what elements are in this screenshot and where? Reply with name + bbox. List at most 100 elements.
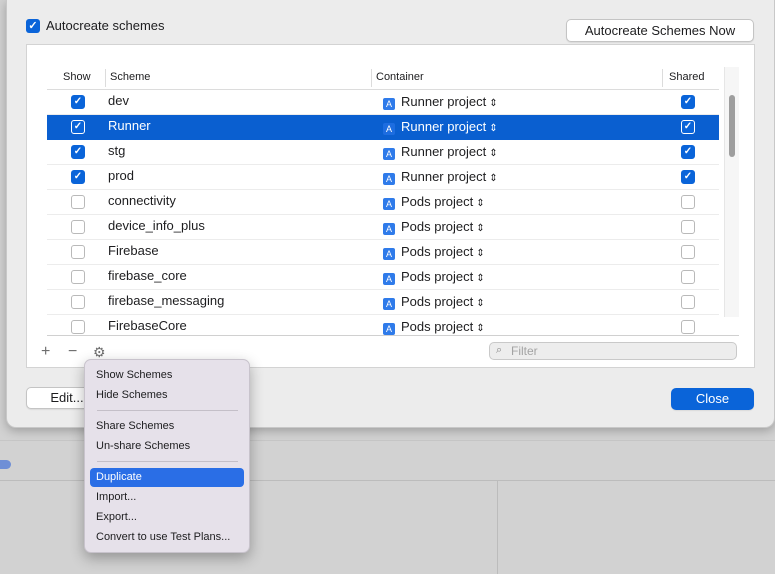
table-row[interactable]: connectivity A Pods project ⇕ [47,190,719,215]
menu-item-import[interactable]: Import... [90,488,244,507]
project-icon: A [383,223,395,235]
container-popup[interactable]: A Pods project ⇕ [383,269,485,285]
menu-item-export[interactable]: Export... [90,508,244,527]
shared-checkbox[interactable] [681,320,695,334]
project-icon: A [383,198,395,210]
chevron-updown-icon: ⇕ [476,298,485,309]
container-popup[interactable]: A Runner project ⇕ [383,169,498,185]
menu-item-share-schemes[interactable]: Share Schemes [90,417,244,436]
project-icon: A [383,273,395,285]
shared-checkbox[interactable]: ✓ [681,120,695,134]
menu-item-show-schemes[interactable]: Show Schemes [90,366,244,385]
show-checkbox[interactable] [71,320,85,334]
container-popup[interactable]: A Runner project ⇕ [383,119,498,135]
table-row[interactable]: Firebase A Pods project ⇕ [47,240,719,265]
project-icon: A [383,98,395,110]
scheme-name: firebase_messaging [108,293,225,308]
container-popup[interactable]: A Pods project ⇕ [383,219,485,235]
chevron-updown-icon: ⇕ [489,123,498,134]
project-icon: A [383,298,395,310]
show-checkbox[interactable] [71,220,85,234]
container-label: Runner project [401,119,487,134]
show-checkbox[interactable] [71,270,85,284]
chevron-updown-icon: ⇕ [476,223,485,234]
shared-checkbox[interactable] [681,245,695,259]
shared-checkbox[interactable] [681,270,695,284]
show-checkbox[interactable] [71,295,85,309]
project-icon: A [383,123,395,135]
container-popup[interactable]: A Runner project ⇕ [383,144,498,160]
scheme-name: device_info_plus [108,218,205,233]
shared-checkbox[interactable]: ✓ [681,145,695,159]
chevron-updown-icon: ⇕ [476,323,485,334]
shared-checkbox[interactable]: ✓ [681,170,695,184]
autocreate-checkbox[interactable]: ✓ [26,19,40,33]
menu-item-convert-test-plans[interactable]: Convert to use Test Plans... [90,528,244,547]
container-label: Runner project [401,144,487,159]
menu-item-hide-schemes[interactable]: Hide Schemes [90,386,244,405]
scheme-name: Runner [108,118,151,133]
chevron-updown-icon: ⇕ [476,248,485,259]
container-popup[interactable]: A Pods project ⇕ [383,319,485,335]
table-body: ✓ dev A Runner project ⇕ ✓ ✓ Runner A Runner proj… [47,90,719,337]
show-checkbox[interactable] [71,195,85,209]
scheme-name: stg [108,143,126,158]
scheme-name: prod [108,168,135,183]
autocreate-label: Autocreate schemes [46,18,165,33]
table-row[interactable]: ✓ stg A Runner project ⇕ ✓ [47,140,719,165]
container-label: Pods project [401,269,474,284]
container-label: Runner project [401,94,487,109]
container-label: Pods project [401,319,474,334]
autocreate-now-button[interactable]: Autocreate Schemes Now [566,19,754,42]
column-separator [105,69,106,87]
close-button[interactable]: Close [671,388,754,410]
container-popup[interactable]: A Pods project ⇕ [383,194,485,210]
scheme-name: dev [108,93,129,108]
table-row[interactable]: firebase_messaging A Pods project ⇕ [47,290,719,315]
header-shared[interactable]: Shared [669,71,704,83]
scheme-name: firebase_core [108,268,187,283]
menu-item-unshare-schemes[interactable]: Un-share Schemes [90,437,244,456]
column-separator [371,69,372,87]
show-checkbox[interactable]: ✓ [71,170,85,184]
menu-item-duplicate[interactable]: Duplicate [90,468,244,487]
header-show[interactable]: Show [63,71,91,83]
header-container[interactable]: Container [376,71,424,83]
shared-checkbox[interactable] [681,195,695,209]
header-scheme[interactable]: Scheme [110,71,150,83]
chevron-updown-icon: ⇕ [489,98,498,109]
container-label: Pods project [401,219,474,234]
shared-checkbox[interactable] [681,220,695,234]
container-popup[interactable]: A Pods project ⇕ [383,244,485,260]
shared-checkbox[interactable]: ✓ [681,95,695,109]
table-row[interactable]: ✓ dev A Runner project ⇕ ✓ [47,90,719,115]
background-divider-vertical [497,480,498,574]
show-checkbox[interactable] [71,245,85,259]
filter-field[interactable]: ⌕ Filter [489,342,737,360]
table-row[interactable]: ✓ Runner A Runner project ⇕ ✓ [47,115,719,140]
menu-separator [97,461,238,462]
project-icon: A [383,148,395,160]
table-row[interactable]: device_info_plus A Pods project ⇕ [47,215,719,240]
table-row[interactable]: firebase_core A Pods project ⇕ [47,265,719,290]
container-popup[interactable]: A Runner project ⇕ [383,94,498,110]
table-bottom-border [47,335,739,336]
chevron-updown-icon: ⇕ [489,173,498,184]
schemes-panel: Show Scheme Container Shared ✓ dev A Runner… [26,44,755,368]
show-checkbox[interactable]: ✓ [71,120,85,134]
vertical-scrollbar[interactable] [724,67,739,317]
show-checkbox[interactable]: ✓ [71,95,85,109]
shared-checkbox[interactable] [681,295,695,309]
show-checkbox[interactable]: ✓ [71,145,85,159]
chevron-updown-icon: ⇕ [489,148,498,159]
table-row[interactable]: ✓ prod A Runner project ⇕ ✓ [47,165,719,190]
scheme-name: Firebase [108,243,159,258]
column-separator [662,69,663,87]
add-scheme-button[interactable]: + [41,343,50,361]
background-indicator [0,460,11,469]
search-icon: ⌕ [496,344,503,356]
scrollbar-thumb[interactable] [729,95,735,157]
table-row[interactable]: FirebaseCore A Pods project ⇕ [47,315,719,337]
remove-scheme-button[interactable]: − [68,343,77,361]
container-popup[interactable]: A Pods project ⇕ [383,294,485,310]
